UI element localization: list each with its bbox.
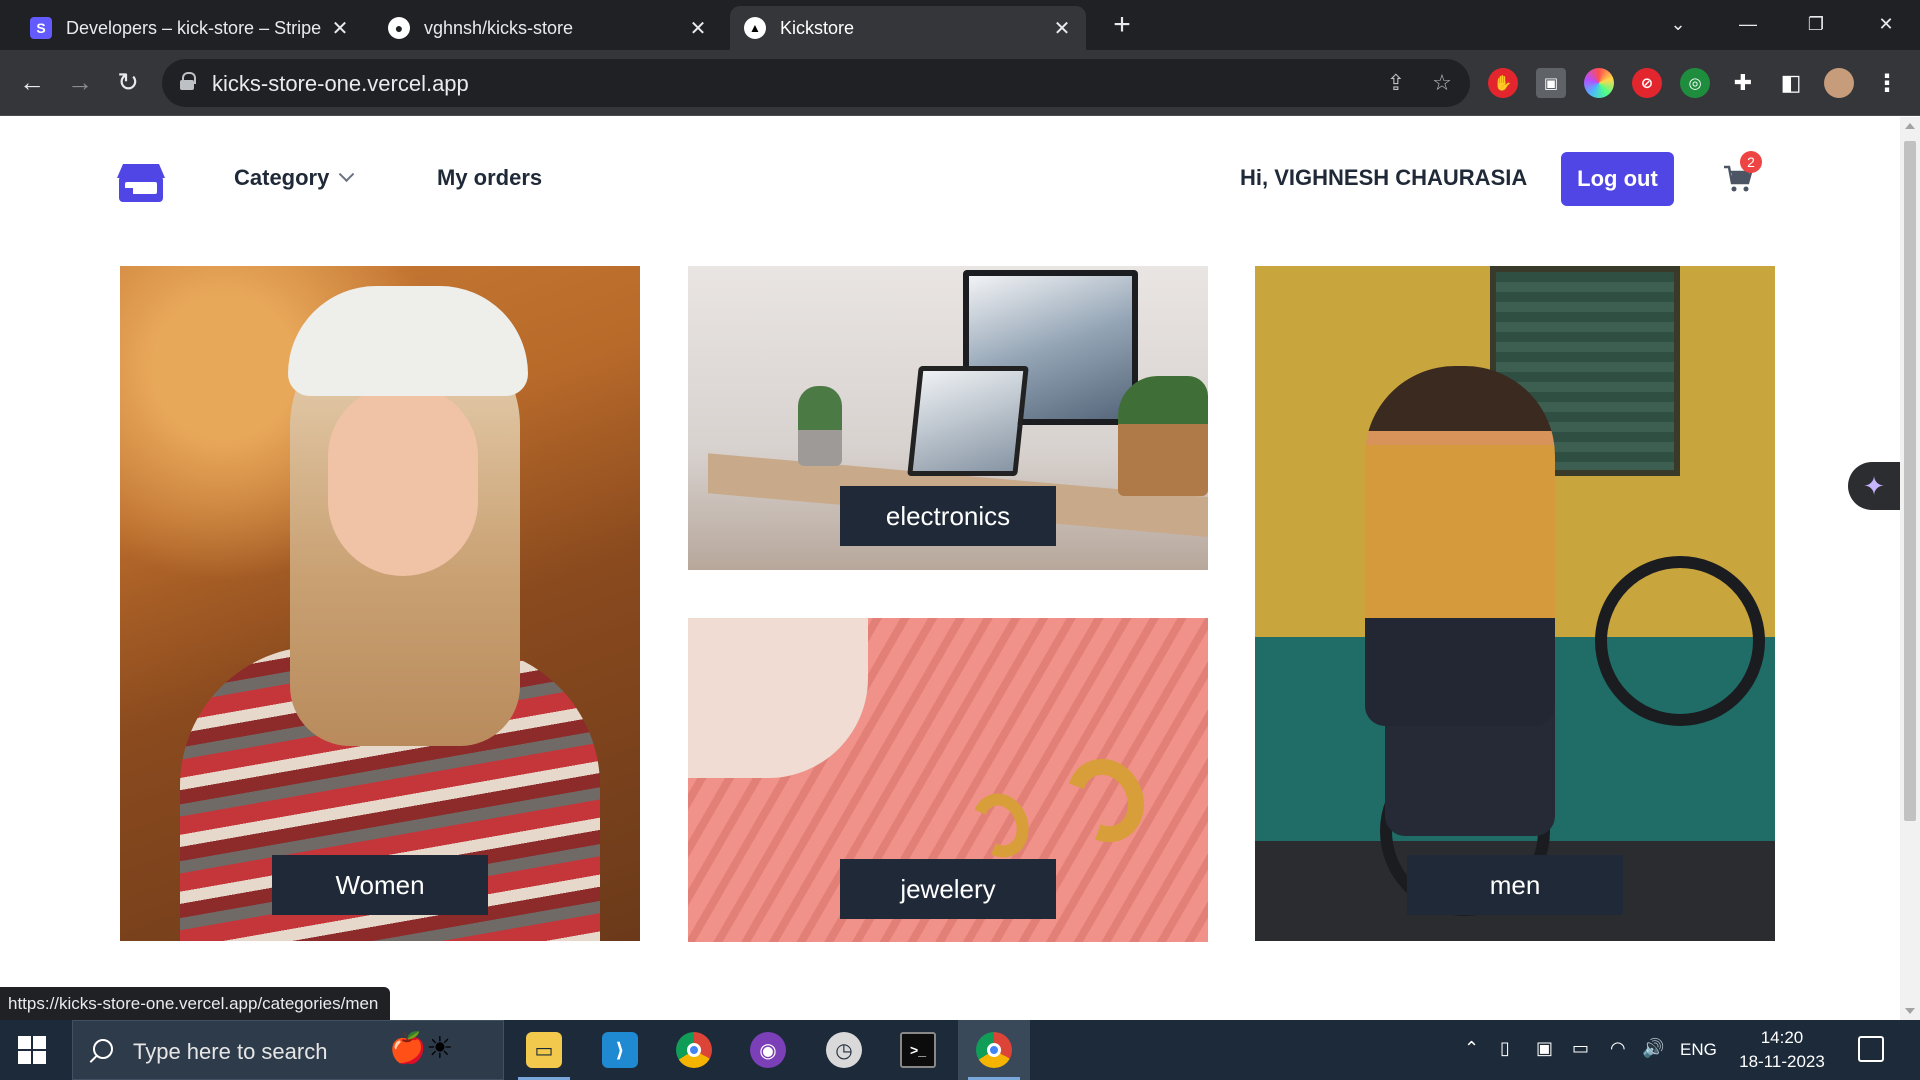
- github-desktop-app[interactable]: ◉: [732, 1020, 804, 1080]
- category-card-electronics[interactable]: electronics: [688, 266, 1208, 570]
- scroll-up-icon[interactable]: [1905, 123, 1915, 129]
- category-card-men[interactable]: men: [1255, 266, 1775, 941]
- close-icon[interactable]: ✕: [330, 16, 350, 41]
- recorder-extension-icon[interactable]: ⊘: [1632, 68, 1662, 98]
- file-explorer-app[interactable]: ▭: [508, 1020, 580, 1080]
- stripe-icon: S: [30, 17, 52, 39]
- category-label: electronics: [840, 486, 1056, 546]
- taskbar-clock[interactable]: 14:20 18-11-2023: [1732, 1026, 1832, 1074]
- clock-icon: ◷: [826, 1032, 862, 1068]
- close-icon[interactable]: ✕: [688, 16, 708, 41]
- chrome-app[interactable]: [658, 1020, 730, 1080]
- side-panel-icon[interactable]: ◧: [1776, 68, 1806, 98]
- clock-time: 14:20: [1760, 1028, 1804, 1047]
- tab-kickstore[interactable]: ▲ Kickstore ✕: [730, 6, 1086, 50]
- category-card-women[interactable]: Women: [120, 266, 640, 941]
- tab-title: Kickstore: [780, 17, 855, 38]
- category-label: men: [1407, 855, 1623, 915]
- security-icon[interactable]: ▣: [1536, 1038, 1553, 1059]
- terminal-app[interactable]: >_: [882, 1020, 954, 1080]
- category-label: Women: [272, 855, 488, 915]
- forward-button[interactable]: →: [62, 64, 98, 100]
- browser-tab-strip: S Developers – kick-store – Stripe ✕ ● v…: [0, 0, 1920, 50]
- category-label: jewelery: [840, 859, 1056, 919]
- lock-icon: [180, 72, 196, 90]
- language-indicator[interactable]: ENG: [1680, 1040, 1717, 1060]
- tab-stripe[interactable]: S Developers – kick-store – Stripe ✕: [16, 6, 364, 50]
- target-extension-icon[interactable]: ◎: [1680, 68, 1710, 98]
- tray-chevron-icon[interactable]: ⌃: [1464, 1038, 1479, 1059]
- new-tab-button[interactable]: +: [1106, 10, 1138, 42]
- cart-count-badge: 2: [1740, 151, 1762, 173]
- logout-button[interactable]: Log out: [1561, 152, 1674, 206]
- folder-icon: ▭: [526, 1032, 562, 1068]
- category-label: Category: [234, 165, 330, 190]
- tab-title: Developers – kick-store – Stripe: [66, 17, 322, 38]
- page-content: Category My orders Hi, VIGHNESH CHAURASI…: [0, 117, 1900, 1020]
- close-icon[interactable]: ✕: [1052, 16, 1072, 41]
- chrome-profile-app[interactable]: [958, 1020, 1030, 1080]
- chevron-down-icon: [339, 165, 355, 182]
- my-orders-label: My orders: [437, 165, 543, 190]
- tab-title: vghnsh/kicks-store: [424, 17, 574, 38]
- restore-button[interactable]: ❐: [1792, 8, 1840, 40]
- search-placeholder: Type here to search: [133, 1039, 328, 1064]
- github-icon: ●: [388, 17, 410, 39]
- minimize-button[interactable]: —: [1724, 8, 1772, 40]
- tab-github[interactable]: ● vghnsh/kicks-store ✕: [374, 6, 722, 50]
- windows-taskbar: Type here to search 🍎☀ ▭ ⟩ ◉ ◷ >_ ⌃ ▯ ▣ …: [0, 1020, 1920, 1080]
- volume-icon[interactable]: 🔊: [1642, 1038, 1664, 1059]
- color-picker-extension-icon[interactable]: [1584, 68, 1614, 98]
- page-scrollbar[interactable]: [1900, 117, 1920, 1020]
- search-highlight-icon: 🍎☀: [389, 1032, 454, 1065]
- wifi-icon[interactable]: ◠: [1610, 1038, 1626, 1059]
- share-icon[interactable]: ⇪: [1382, 69, 1410, 97]
- reload-button[interactable]: ↻: [110, 64, 146, 100]
- vercel-icon: ▲: [744, 17, 766, 39]
- scroll-down-icon[interactable]: [1905, 1008, 1915, 1014]
- address-bar[interactable]: kicks-store-one.vercel.app ⇪ ☆: [162, 59, 1470, 107]
- extensions-puzzle-icon[interactable]: ✚: [1728, 68, 1758, 98]
- url-text: kicks-store-one.vercel.app: [212, 71, 469, 96]
- adblock-extension-icon[interactable]: ✋: [1488, 68, 1518, 98]
- taskbar-search-input[interactable]: Type here to search 🍎☀: [72, 1020, 504, 1080]
- tab-search-button[interactable]: ⌄: [1654, 8, 1702, 40]
- scrollbar-thumb[interactable]: [1904, 141, 1916, 821]
- browser-toolbar: ← → ↻ kicks-store-one.vercel.app ⇪ ☆ ✋ ▣…: [0, 50, 1920, 116]
- category-dropdown[interactable]: Category: [234, 165, 355, 191]
- picture-in-picture-icon[interactable]: ▣: [1536, 68, 1566, 98]
- notification-center-icon[interactable]: [1858, 1036, 1884, 1062]
- sparkle-assistant-icon[interactable]: ✦: [1848, 462, 1900, 510]
- clock-app[interactable]: ◷: [808, 1020, 880, 1080]
- store-logo-icon[interactable]: [115, 152, 167, 204]
- category-card-jewelery[interactable]: jewelery: [688, 618, 1208, 942]
- browser-menu-icon[interactable]: ⋮: [1872, 68, 1902, 98]
- link-status-bar: https://kicks-store-one.vercel.app/categ…: [0, 987, 391, 1020]
- search-icon: [93, 1039, 113, 1059]
- chrome-icon: [676, 1032, 712, 1068]
- bookmark-star-icon[interactable]: ☆: [1428, 69, 1456, 97]
- windows-start-icon[interactable]: [18, 1036, 46, 1064]
- device-icon[interactable]: ▯: [1500, 1038, 1510, 1059]
- terminal-icon: >_: [900, 1032, 936, 1068]
- clock-date: 18-11-2023: [1739, 1052, 1825, 1071]
- battery-icon[interactable]: ▭: [1572, 1038, 1589, 1059]
- back-button[interactable]: ←: [14, 64, 50, 100]
- vscode-app[interactable]: ⟩: [584, 1020, 656, 1080]
- chrome-profile-icon: [976, 1032, 1012, 1068]
- github-desktop-icon: ◉: [750, 1032, 786, 1068]
- profile-avatar[interactable]: [1824, 68, 1854, 98]
- my-orders-link[interactable]: My orders: [437, 165, 542, 191]
- close-window-button[interactable]: ✕: [1862, 8, 1910, 40]
- user-greeting: Hi, VIGHNESH CHAURASIA: [1240, 165, 1528, 190]
- vscode-icon: ⟩: [602, 1032, 638, 1068]
